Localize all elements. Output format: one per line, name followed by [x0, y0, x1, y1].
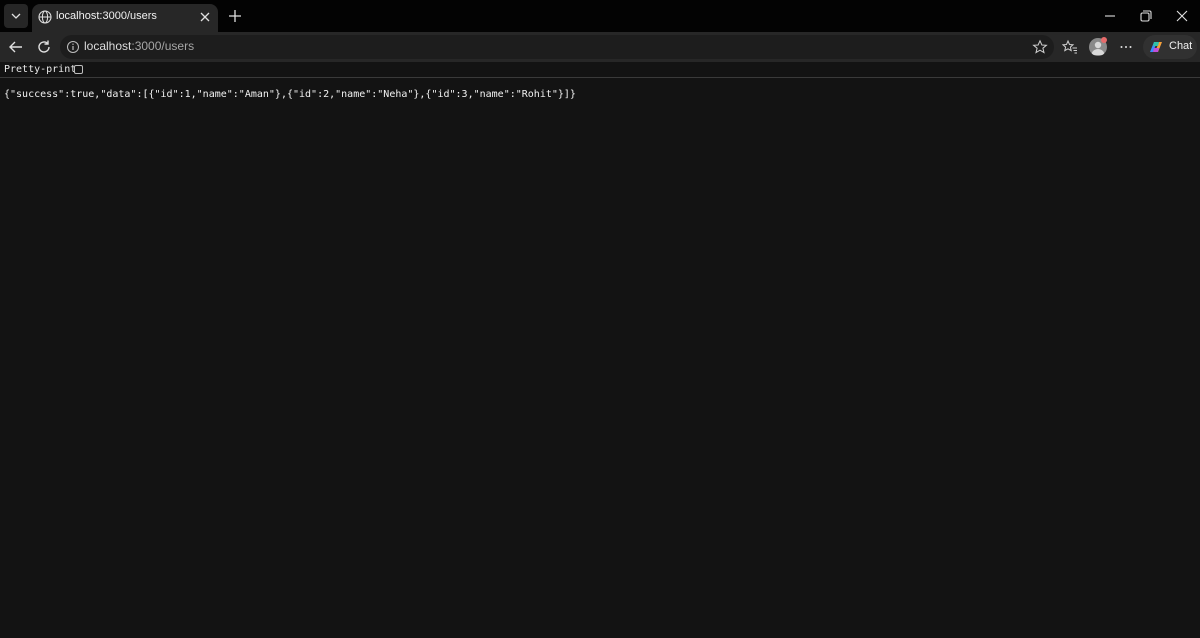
close-tab-icon[interactable] [198, 10, 212, 24]
tab-list-button[interactable] [4, 4, 28, 28]
close-window-icon[interactable] [1174, 8, 1190, 24]
tab-title: localhost:3000/users [56, 10, 157, 22]
minimize-icon[interactable] [1102, 8, 1118, 24]
tab-active[interactable]: localhost:3000/users [32, 4, 218, 32]
pretty-print-checkbox[interactable] [74, 65, 83, 74]
address-bar[interactable]: localhost:3000/users [60, 35, 1054, 59]
back-arrow-icon[interactable] [8, 39, 24, 55]
notification-dot [1101, 37, 1107, 43]
refresh-icon[interactable] [36, 39, 52, 55]
favorites-icon[interactable] [1062, 39, 1078, 55]
pretty-print-label: Pretty-print [4, 64, 77, 75]
chat-label: Chat [1169, 40, 1193, 52]
json-output: {"success":true,"data":[{"id":1,"name":"… [4, 89, 576, 100]
url-text[interactable]: localhost:3000/users [84, 39, 194, 53]
more-options-icon[interactable] [1118, 39, 1134, 55]
browser-toolbar: localhost:3000/users Chat [0, 32, 1200, 62]
copilot-chat-button[interactable]: Chat [1143, 35, 1197, 59]
copilot-icon [1150, 42, 1162, 52]
restore-icon[interactable] [1138, 8, 1154, 24]
url-path: :3000/users [131, 39, 195, 53]
info-icon[interactable] [66, 40, 80, 54]
pretty-print-bar: Pretty-print [0, 62, 1200, 78]
url-host: localhost [84, 39, 132, 53]
page-content: Pretty-print {"success":true,"data":[{"i… [0, 62, 1200, 638]
globe-icon [38, 10, 52, 24]
new-tab-icon[interactable] [227, 8, 243, 24]
chevron-down-icon [11, 13, 21, 19]
tab-strip: localhost:3000/users [0, 0, 1200, 32]
star-icon[interactable] [1032, 39, 1048, 55]
